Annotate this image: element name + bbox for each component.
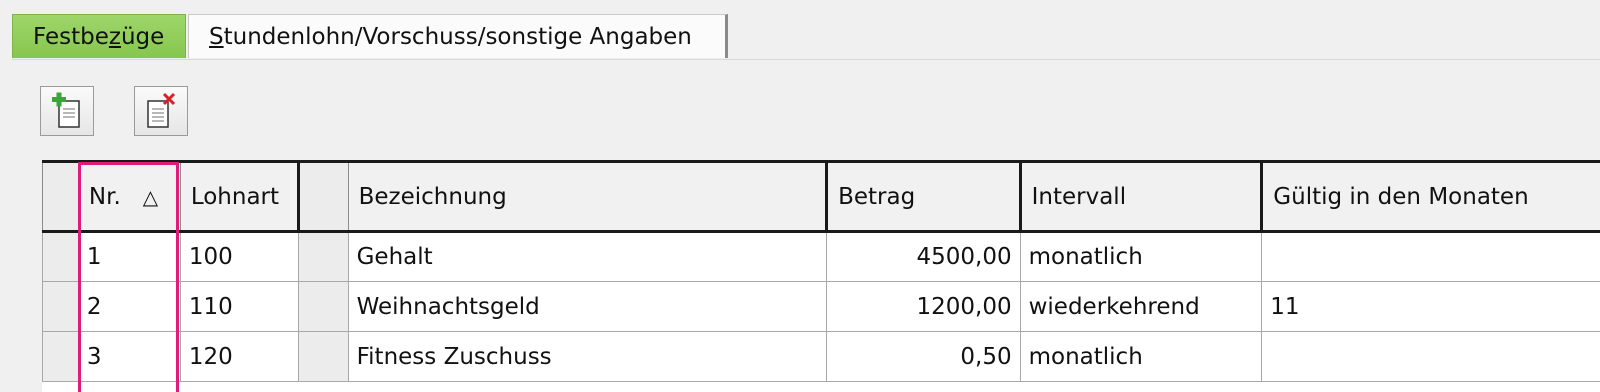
- cell-gueltig[interactable]: 11: [1261, 281, 1600, 332]
- column-header-nr[interactable]: Nr. △: [77, 160, 181, 233]
- cell-bezeichnung[interactable]: Gehalt: [347, 231, 828, 282]
- sort-ascending-icon: △: [142, 184, 159, 209]
- column-header-bezeichnung[interactable]: Bezeichnung: [347, 160, 828, 233]
- delete-document-icon: [147, 92, 176, 128]
- cell-lookup[interactable]: [297, 281, 349, 332]
- column-header-blank: [296, 160, 349, 233]
- cell-lohnart[interactable]: 110: [179, 281, 299, 332]
- cell-betrag[interactable]: 1200,00: [826, 281, 1021, 332]
- tab-divider: [12, 59, 1600, 60]
- cell-bezeichnung[interactable]: Weihnachtsgeld: [347, 281, 828, 332]
- table-row[interactable]: 3 120 Fitness Zuschuss 0,50 monatlich: [42, 331, 1600, 382]
- tab-label-post: üge: [120, 23, 165, 50]
- tab-label-post: tundenlohn/Vorschuss/sonstige Angaben: [223, 23, 692, 50]
- row-selector[interactable]: [42, 281, 79, 332]
- row-selector[interactable]: [42, 331, 79, 382]
- column-header-gueltig[interactable]: Gültig in den Monaten: [1260, 160, 1600, 233]
- cell-nr[interactable]: 3: [77, 331, 181, 382]
- column-header-nr-label: Nr.: [88, 183, 121, 210]
- table-row[interactable]: 1 100 Gehalt 4500,00 monatlich: [42, 231, 1600, 282]
- cell-intervall[interactable]: monatlich: [1019, 231, 1263, 282]
- cell-nr[interactable]: 1: [77, 231, 181, 282]
- table-header-row: Nr. △ Lohnart Bezeichnung Betrag Interval…: [42, 160, 1600, 233]
- cell-intervall[interactable]: wiederkehrend: [1019, 281, 1263, 332]
- add-row-button[interactable]: [40, 86, 94, 136]
- column-header-lohnart[interactable]: Lohnart: [179, 160, 299, 233]
- cell-intervall[interactable]: monatlich: [1019, 331, 1263, 382]
- festbezuege-table: Nr. △ Lohnart Bezeichnung Betrag Interval…: [42, 160, 1600, 392]
- cell-lookup[interactable]: [297, 231, 349, 282]
- row-selector[interactable]: [42, 231, 79, 282]
- cell-lohnart[interactable]: 100: [179, 231, 299, 282]
- tab-label-pre: Festbe: [33, 23, 109, 50]
- cell-betrag[interactable]: 0,50: [826, 331, 1021, 382]
- cell-nr[interactable]: 2: [77, 281, 181, 332]
- table-row[interactable]: 2 110 Weihnachtsgeld 1200,00 wiederkehre…: [42, 281, 1600, 332]
- tab-label-accelerator: S: [209, 23, 224, 50]
- tab-stundenlohn[interactable]: Stundenlohn/Vorschuss/sonstige Angaben: [188, 14, 728, 58]
- cell-gueltig[interactable]: [1261, 231, 1600, 282]
- tab-festbezuege[interactable]: Festbe z üge: [12, 14, 186, 58]
- column-header-betrag[interactable]: Betrag: [825, 160, 1021, 233]
- cell-gueltig[interactable]: [1261, 331, 1600, 382]
- cell-betrag[interactable]: 4500,00: [826, 231, 1021, 282]
- delete-row-button[interactable]: [134, 86, 188, 136]
- cell-lohnart[interactable]: 120: [179, 331, 299, 382]
- cell-lookup[interactable]: [297, 331, 349, 382]
- cell-bezeichnung[interactable]: Fitness Zuschuss: [347, 331, 828, 382]
- row-selector-header: [42, 160, 79, 233]
- column-header-intervall[interactable]: Intervall: [1018, 160, 1263, 233]
- add-document-icon: [52, 92, 80, 128]
- tab-label-accelerator: z: [108, 23, 121, 50]
